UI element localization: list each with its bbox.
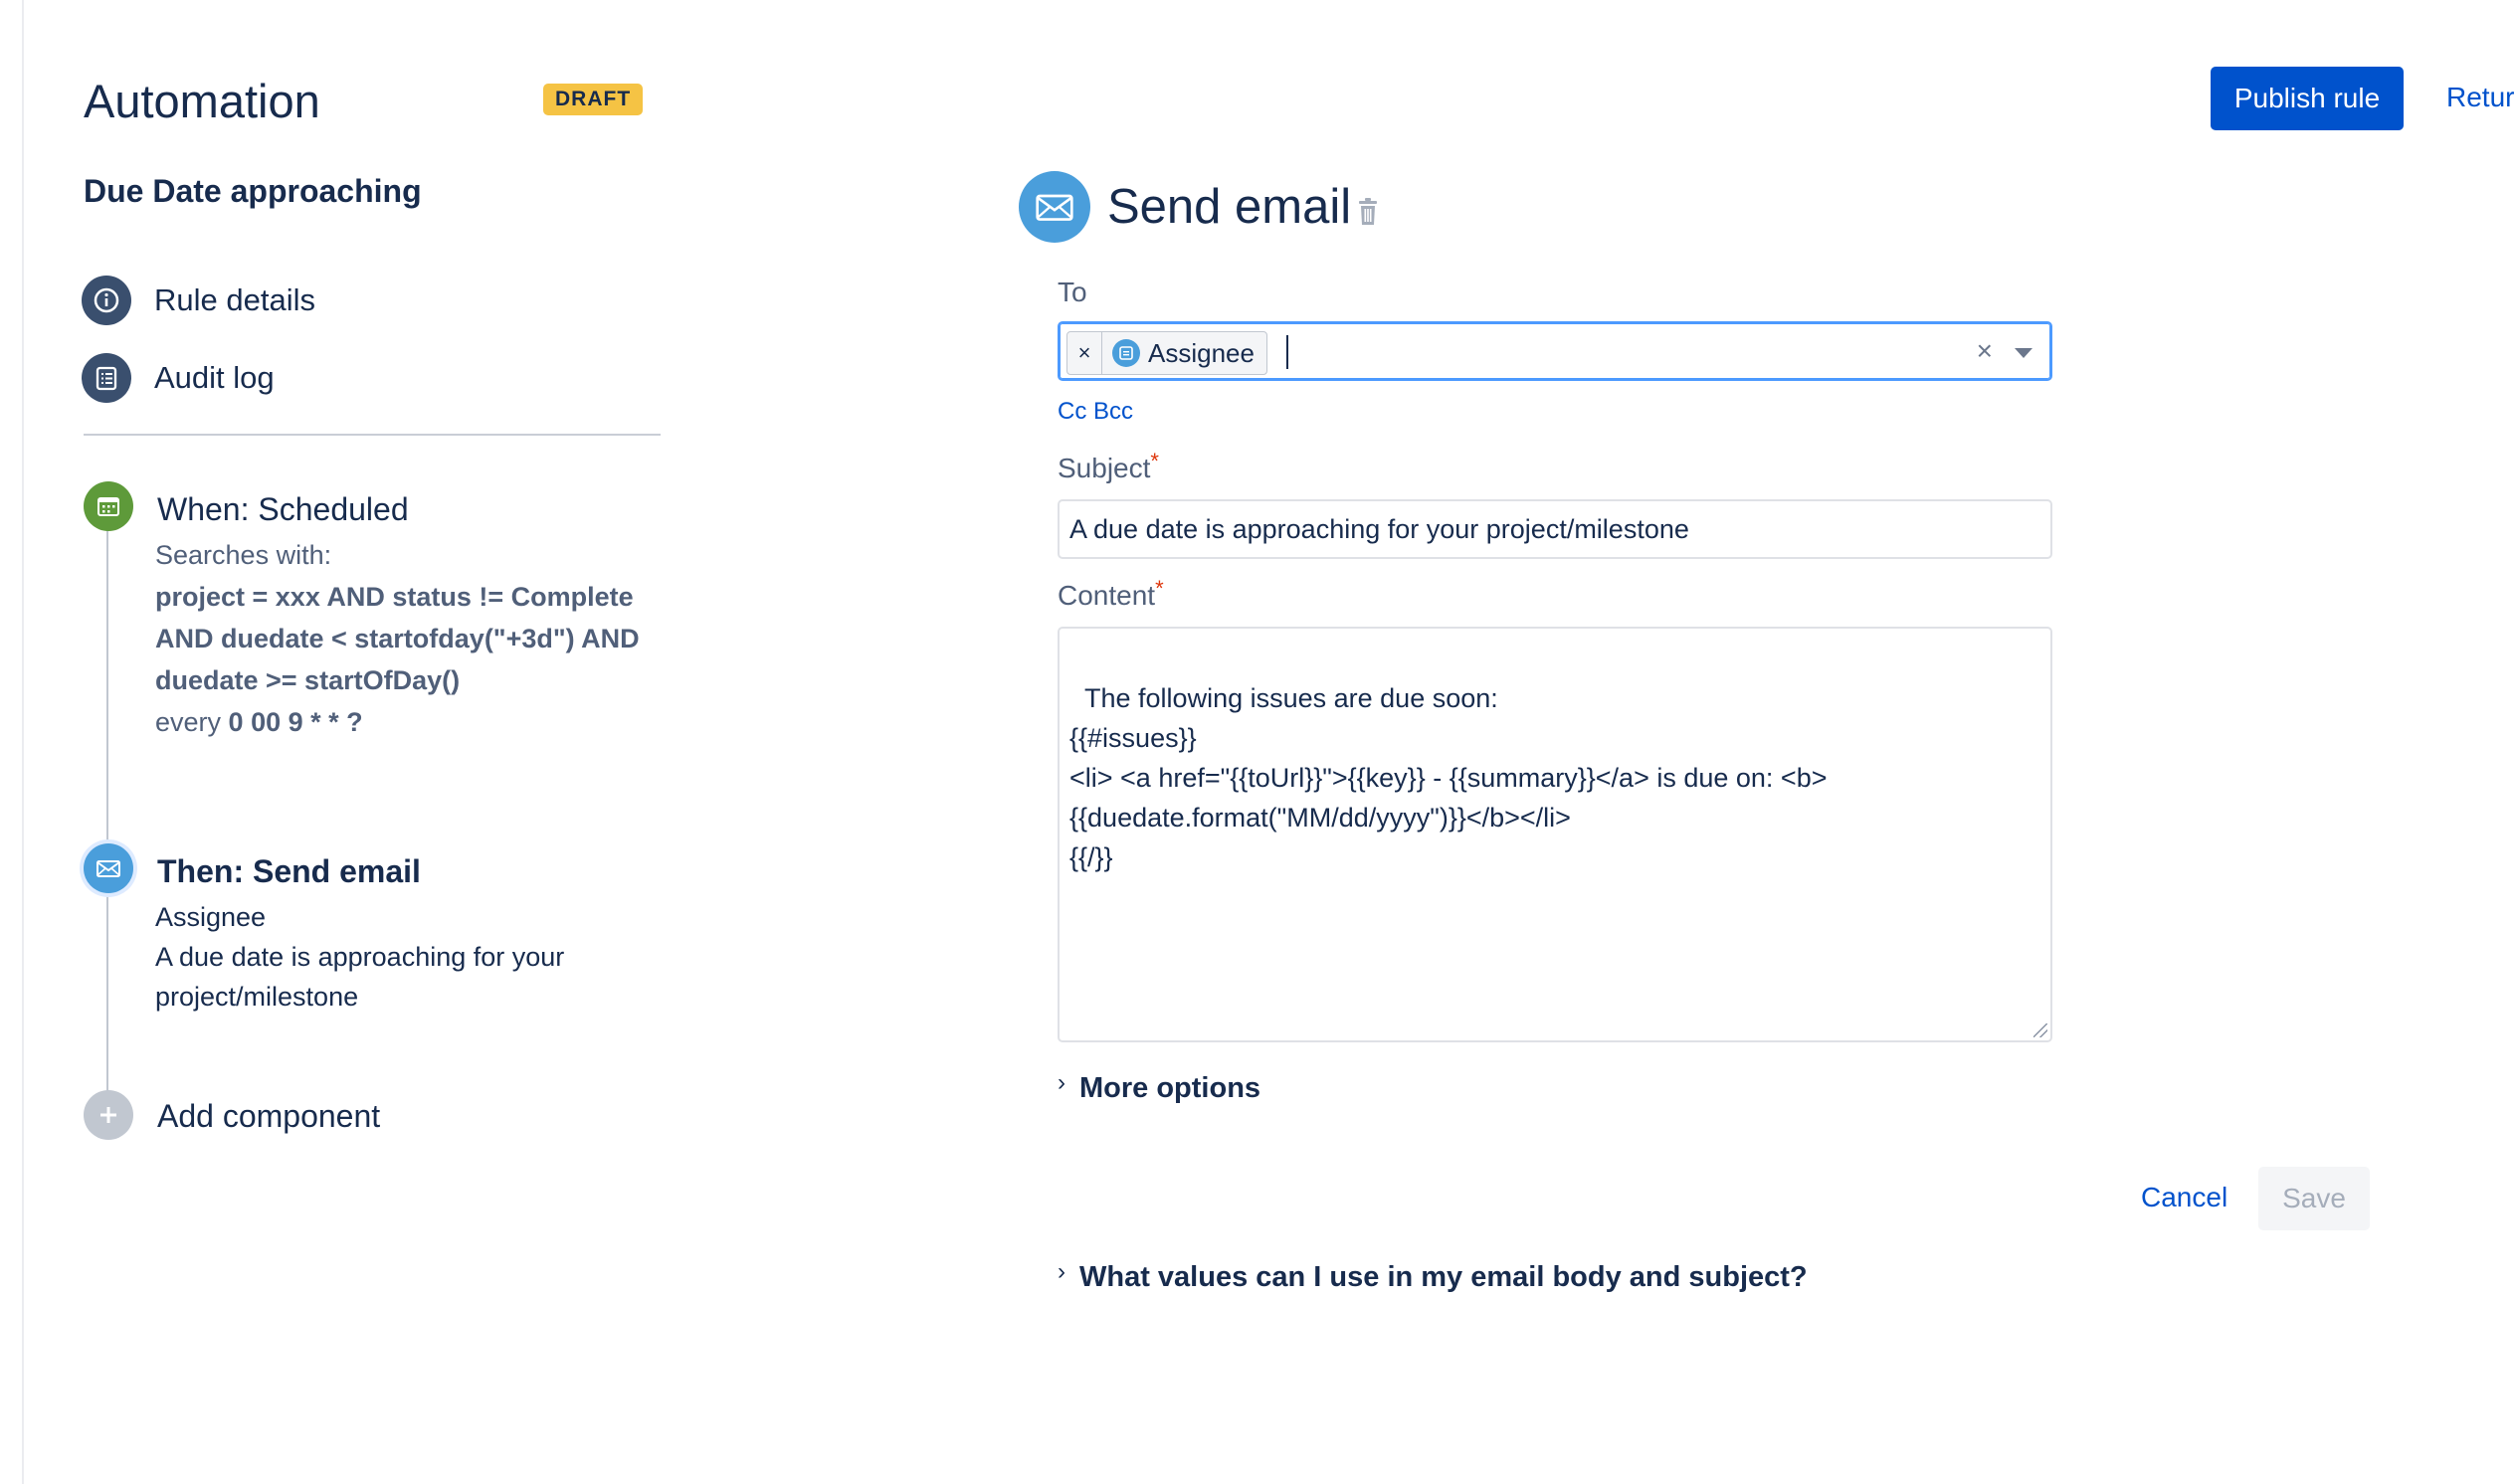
- mail-icon: [1019, 171, 1090, 243]
- help-values-toggle[interactable]: › What values can I use in my email body…: [1058, 1257, 1808, 1294]
- add-component-label: Add component: [157, 1098, 381, 1134]
- chevron-right-icon: ›: [1058, 1257, 1065, 1285]
- every-label: every: [155, 707, 222, 737]
- recipient-chip: × Assignee: [1066, 331, 1267, 375]
- nav-item-label: Rule details: [154, 282, 315, 317]
- nav-item-rule-details[interactable]: Rule details: [82, 275, 315, 326]
- left-edge-divider: [22, 0, 24, 1484]
- mail-icon: [84, 843, 133, 893]
- info-icon: [82, 276, 131, 325]
- rule-name: Due Date approaching: [84, 173, 422, 209]
- content-textarea[interactable]: The following issues are due soon: {{#is…: [1058, 627, 2052, 1042]
- remove-chip-icon[interactable]: ×: [1067, 332, 1102, 374]
- text-caret: [1286, 335, 1288, 369]
- jql-query-line: duedate >= startOfDay(): [155, 665, 461, 695]
- clear-icon[interactable]: ×: [1977, 335, 1993, 367]
- user-field-icon: [1112, 339, 1140, 367]
- recipient-chip-label: Assignee: [1148, 337, 1255, 368]
- more-options-toggle[interactable]: › More options: [1058, 1068, 1261, 1105]
- required-marker: *: [1155, 576, 1164, 601]
- jql-query-line: AND duedate < startofday("+3d") AND: [155, 624, 640, 653]
- status-badge: DRAFT: [543, 84, 644, 115]
- return-link[interactable]: Retur: [2446, 82, 2514, 113]
- action-subject-line: A due date is approaching for your: [155, 942, 565, 972]
- trash-icon[interactable]: [1357, 198, 1379, 231]
- list-icon: [82, 353, 131, 403]
- action-details: Assignee A due date is approaching for y…: [155, 897, 564, 1017]
- jql-query-line: project = xxx AND status != Complete: [155, 582, 634, 612]
- action-recipient: Assignee: [155, 902, 267, 932]
- trigger-title: When: Scheduled: [157, 491, 409, 527]
- trigger-details: Searches with: project = xxx AND status …: [155, 534, 640, 743]
- nav-item-audit-log[interactable]: Audit log: [82, 352, 275, 404]
- content-text: The following issues are due soon: {{#is…: [1069, 683, 1828, 872]
- searches-label: Searches with:: [155, 540, 332, 570]
- to-label: To: [1058, 277, 1087, 307]
- cron-expression: 0 00 9 * * ?: [228, 707, 363, 737]
- cancel-button[interactable]: Cancel: [2141, 1182, 2227, 1213]
- cc-bcc-link[interactable]: Cc Bcc: [1058, 398, 1133, 426]
- required-marker: *: [1150, 449, 1159, 473]
- chevron-down-icon[interactable]: [2015, 348, 2032, 358]
- subject-input[interactable]: A due date is approaching for your proje…: [1058, 499, 2052, 559]
- timeline-connector: [106, 517, 108, 1114]
- add-component-button[interactable]: Add component: [84, 1090, 482, 1142]
- chevron-right-icon: ›: [1058, 1068, 1065, 1096]
- action-subject-line: project/milestone: [155, 982, 359, 1012]
- plus-icon: [84, 1090, 133, 1140]
- more-options-label: More options: [1079, 1072, 1261, 1104]
- content-label: Content*: [1058, 576, 1164, 612]
- calendar-icon: [84, 481, 133, 531]
- subject-label-text: Subject: [1058, 453, 1151, 483]
- action-title: Then: Send email: [157, 853, 421, 889]
- save-button[interactable]: Save: [2258, 1167, 2370, 1230]
- panel-title: Send email: [1107, 180, 1352, 234]
- to-recipients-field[interactable]: × Assignee ×: [1058, 321, 2052, 381]
- subject-label: Subject*: [1058, 449, 1159, 484]
- resize-handle[interactable]: [2033, 1023, 2047, 1037]
- content-label-text: Content: [1058, 580, 1156, 611]
- publish-rule-button[interactable]: Publish rule: [2211, 67, 2404, 130]
- app-title: Automation: [84, 75, 320, 127]
- nav-divider: [84, 434, 661, 436]
- help-values-label: What values can I use in my email body a…: [1079, 1261, 1808, 1293]
- nav-item-label: Audit log: [154, 360, 275, 395]
